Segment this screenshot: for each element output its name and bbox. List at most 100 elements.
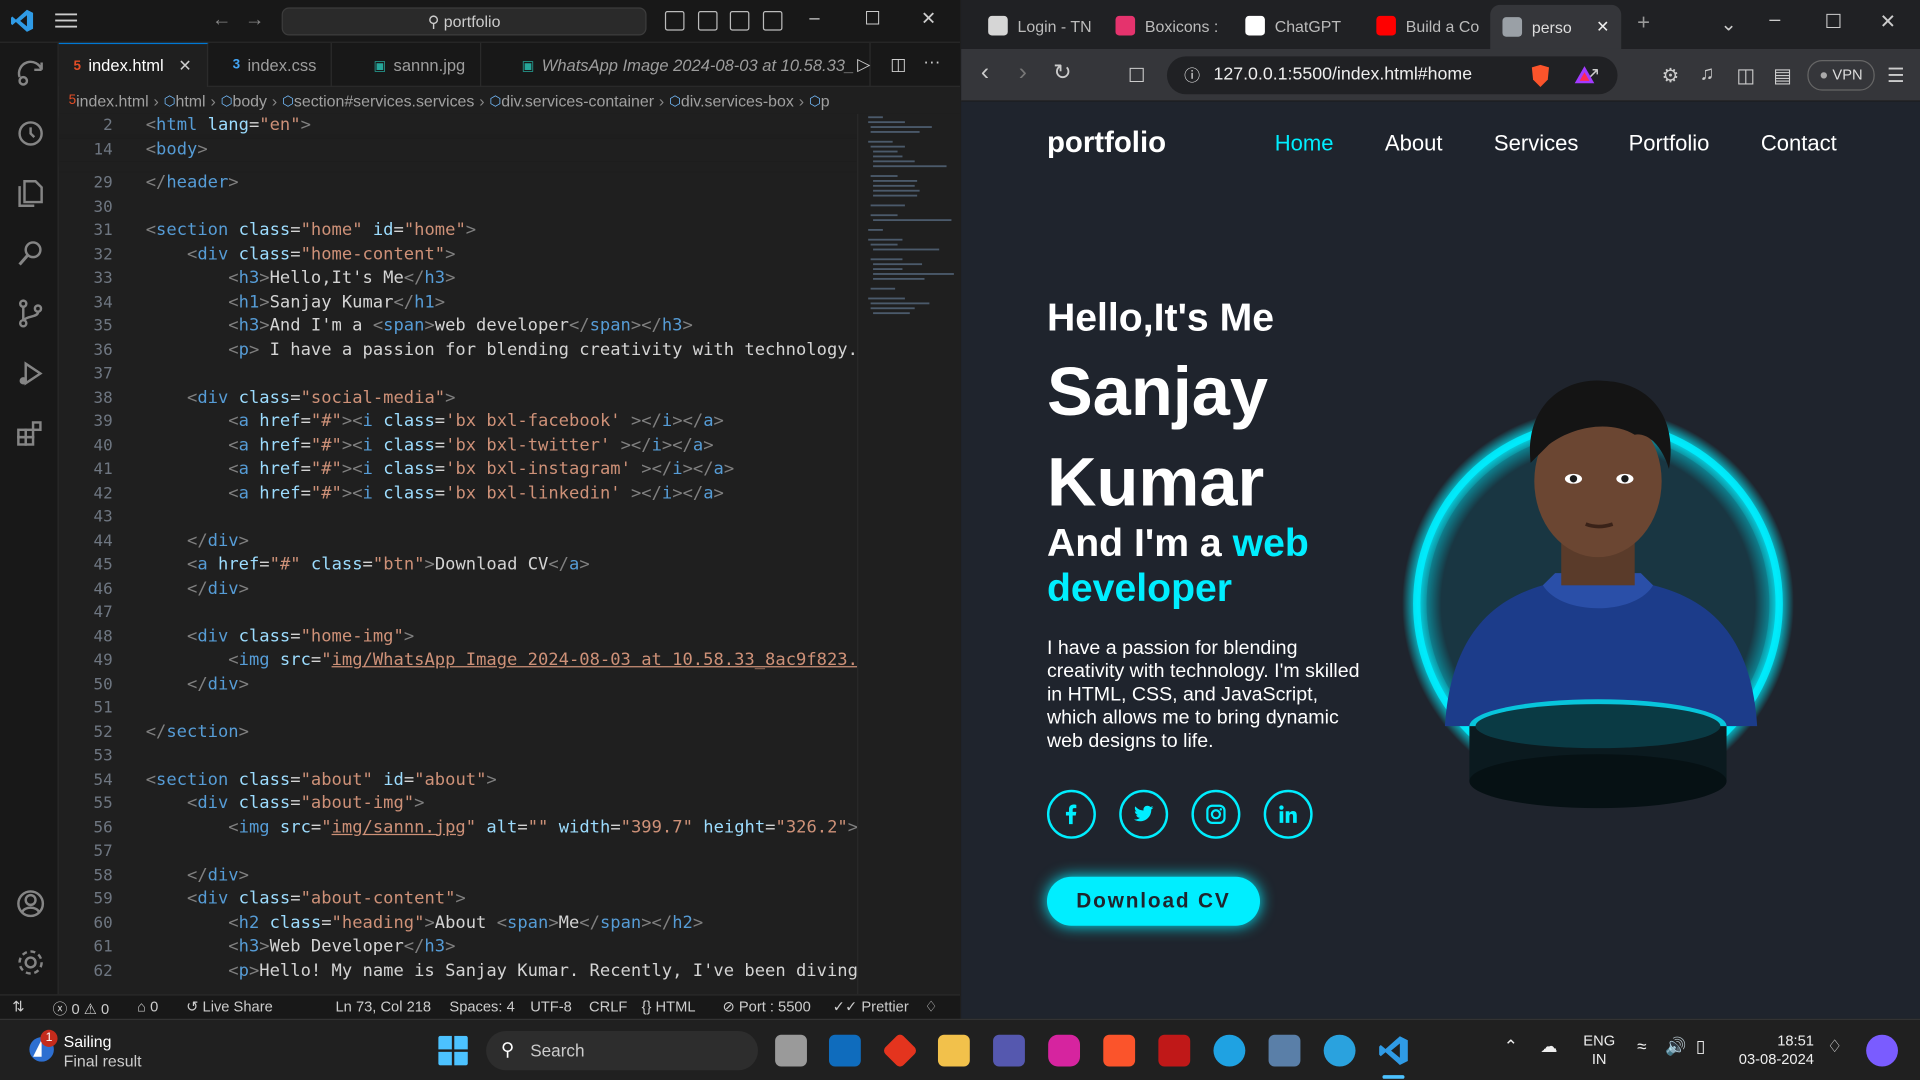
- notifications-bell-icon[interactable]: ♢: [924, 998, 937, 1015]
- command-center-search[interactable]: ⚲ portfolio: [281, 7, 647, 36]
- edge-icon[interactable]: [1213, 1034, 1246, 1067]
- download-cv-button[interactable]: Download CV: [1046, 876, 1261, 926]
- code-line[interactable]: 57: [59, 840, 857, 864]
- split-editor-icon[interactable]: ◫: [890, 54, 906, 75]
- extensions-icon[interactable]: ⚙: [1662, 64, 1680, 88]
- explorer-icon[interactable]: [15, 178, 47, 210]
- code-line[interactable]: 31 <section class="home" id="home">: [59, 219, 857, 243]
- wifi-icon[interactable]: ≈: [1637, 1037, 1646, 1055]
- code-line[interactable]: 58 </div>: [59, 864, 857, 888]
- sticky-scroll-line[interactable]: 14 <body>: [58, 137, 858, 162]
- bookmark-icon[interactable]: ☐: [1128, 64, 1146, 88]
- browser-tab-4[interactable]: perso ✕: [1490, 4, 1622, 49]
- minimap[interactable]: [857, 113, 961, 995]
- site-logo[interactable]: portfolio: [1047, 126, 1166, 160]
- end-of-line[interactable]: CRLF: [589, 998, 627, 1015]
- browser-tab-0[interactable]: Login - TN: [976, 7, 1104, 44]
- close-tab-icon[interactable]: ✕: [1596, 17, 1609, 37]
- close-window-icon[interactable]: ✕: [921, 7, 936, 30]
- nav-home[interactable]: Home: [1275, 131, 1334, 157]
- breadcrumb-item[interactable]: body: [232, 91, 267, 109]
- remote-explorer-icon[interactable]: [15, 58, 47, 90]
- onedrive-icon[interactable]: ☁: [1540, 1037, 1557, 1055]
- mcafee-icon[interactable]: [1158, 1034, 1191, 1067]
- ports-indicator[interactable]: ⌂ 0: [137, 998, 158, 1015]
- hamburger-menu-icon[interactable]: [55, 12, 78, 29]
- extensions-icon[interactable]: [15, 418, 47, 450]
- maximize-icon[interactable]: ☐: [1825, 10, 1843, 34]
- brave-shields-icon[interactable]: [1529, 64, 1551, 88]
- code-line[interactable]: 33 <h3>Hello,It's Me</h3>: [59, 267, 857, 291]
- code-line[interactable]: 45 <a href="#" class="btn">Download CV</…: [59, 553, 857, 577]
- wallet-icon[interactable]: ▤: [1773, 64, 1792, 88]
- tab-search-icon[interactable]: ⌄: [1720, 12, 1736, 36]
- code-line[interactable]: 44 </div>: [59, 530, 857, 554]
- breadcrumb-item[interactable]: html: [176, 91, 206, 109]
- nav-contact[interactable]: Contact: [1761, 131, 1837, 157]
- vpn-button[interactable]: ● VPN: [1807, 60, 1875, 91]
- media-icon[interactable]: ♫: [1700, 64, 1715, 86]
- code-line[interactable]: 47: [59, 601, 857, 625]
- show-hidden-icons[interactable]: ⌃: [1504, 1037, 1518, 1055]
- breadcrumb-item[interactable]: p: [821, 91, 830, 109]
- browser-tab-3[interactable]: Build a Co: [1364, 7, 1491, 44]
- clock[interactable]: 18:51 03-08-2024: [1739, 1032, 1814, 1069]
- code-editor[interactable]: 29 </header> 30 31 <section class="home" id=…: [58, 113, 858, 994]
- nav-portfolio[interactable]: Portfolio: [1629, 131, 1710, 157]
- code-line[interactable]: 30: [59, 195, 857, 219]
- instagram-link[interactable]: [1191, 789, 1241, 839]
- code-line[interactable]: 46 </div>: [59, 577, 857, 601]
- remote-indicator-icon[interactable]: ⇅: [12, 998, 24, 1015]
- new-tab-icon[interactable]: +: [1637, 10, 1650, 36]
- back-arrow-icon[interactable]: ←: [212, 10, 232, 32]
- customize-layout-icon[interactable]: [762, 11, 783, 31]
- code-line[interactable]: 35 <h3>And I'm a <span>web developer</sp…: [59, 315, 857, 339]
- linkedin-link[interactable]: [1263, 789, 1313, 839]
- brave-browser-icon[interactable]: [1103, 1034, 1136, 1067]
- run-icon[interactable]: ▷: [857, 54, 870, 75]
- copilot-icon[interactable]: [1866, 1034, 1898, 1067]
- sticky-scroll-line[interactable]: 2 <html lang="en">: [58, 113, 858, 138]
- code-line[interactable]: 40 <a href="#"><i class='bx bxl-twitter'…: [59, 434, 857, 458]
- code-line[interactable]: 60 <h2 class="heading">About <span>Me</s…: [59, 912, 857, 936]
- code-line[interactable]: 39 <a href="#"><i class='bx bxl-facebook…: [59, 410, 857, 434]
- code-line[interactable]: 43: [59, 506, 857, 530]
- run-debug-icon[interactable]: [15, 358, 47, 390]
- task-view-icon[interactable]: [775, 1034, 807, 1067]
- code-line[interactable]: 32 <div class="home-content">: [59, 243, 857, 267]
- code-line[interactable]: 37: [59, 362, 857, 386]
- timeline-icon[interactable]: [15, 118, 47, 150]
- source-control-icon[interactable]: [15, 298, 47, 330]
- site-info-icon[interactable]: ⓘ: [1184, 56, 1200, 94]
- sidebar-icon[interactable]: ◫: [1736, 64, 1755, 88]
- encoding[interactable]: UTF-8: [530, 998, 572, 1015]
- tab-0[interactable]: 5 index.html ✕: [58, 42, 208, 87]
- code-line[interactable]: 56 <img src="img/sannn.jpg" alt="" width…: [59, 816, 857, 840]
- language-indicator[interactable]: ENG IN: [1583, 1032, 1615, 1069]
- code-line[interactable]: 36 <p> I have a passion for blending cre…: [59, 339, 857, 363]
- code-line[interactable]: 42 <a href="#"><i class='bx bxl-linkedin…: [59, 482, 857, 506]
- instagram-app-icon[interactable]: [1048, 1034, 1081, 1067]
- start-windows-icon[interactable]: [437, 1035, 469, 1067]
- weather-widget[interactable]: 1 Sailing Final result: [24, 1029, 195, 1072]
- browser-menu-icon[interactable]: ☰: [1887, 64, 1905, 88]
- app-red-diamond-icon[interactable]: [881, 1032, 919, 1069]
- accounts-icon[interactable]: [15, 888, 47, 920]
- code-line[interactable]: 50 </div>: [59, 673, 857, 697]
- minimize-icon[interactable]: –: [809, 7, 819, 28]
- browser-tab-1[interactable]: Boxicons :: [1103, 7, 1230, 44]
- code-line[interactable]: 59 <div class="about-content">: [59, 888, 857, 912]
- twitter-link[interactable]: [1119, 789, 1169, 839]
- close-tab-icon[interactable]: ✕: [178, 56, 191, 76]
- code-line[interactable]: 34 <h1>Sanjay Kumar</h1>: [59, 291, 857, 315]
- telegram-icon[interactable]: [1323, 1034, 1356, 1067]
- camera-icon[interactable]: [1268, 1034, 1301, 1067]
- breadcrumb-item[interactable]: index.html: [76, 91, 149, 109]
- close-window-icon[interactable]: ✕: [1880, 10, 1896, 34]
- prettier-formatter[interactable]: ✓✓ Prettier: [833, 998, 909, 1015]
- file-explorer-icon[interactable]: [937, 1034, 970, 1067]
- battery-icon[interactable]: ▯: [1696, 1037, 1705, 1055]
- facebook-link[interactable]: [1046, 789, 1096, 839]
- language-mode[interactable]: {} HTML: [642, 998, 696, 1015]
- minimize-icon[interactable]: –: [1769, 10, 1780, 32]
